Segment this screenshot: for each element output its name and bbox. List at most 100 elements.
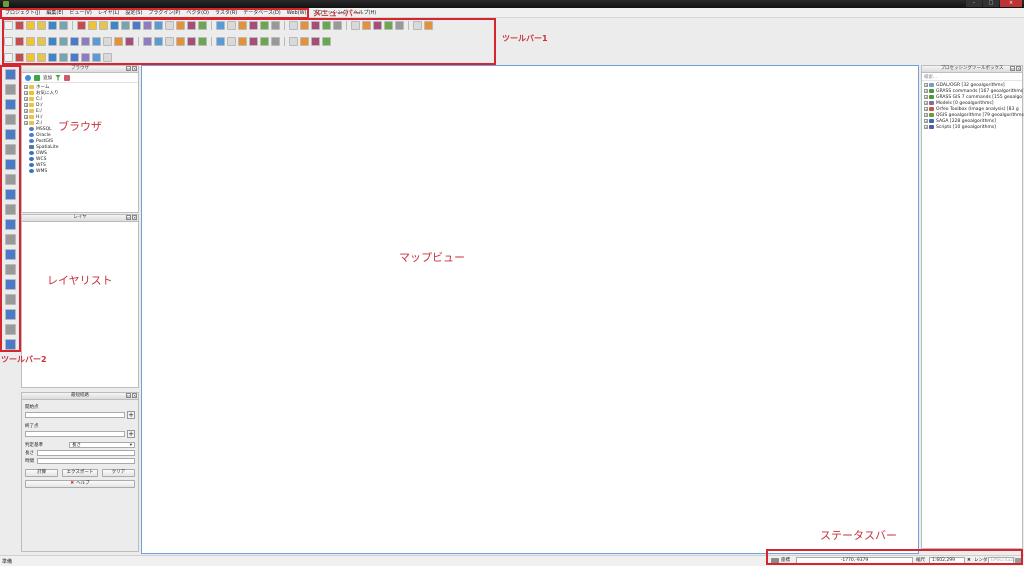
expand-icon[interactable]: + [24, 91, 28, 95]
close-icon[interactable]: × [132, 66, 137, 71]
processing-tree: + GDAL/OGR [32 geoalgorithms] + GRASS comma… [922, 81, 1024, 131]
processing-provider-label: QGIS geoalgorithms [79 geoalgorithms] [936, 112, 1024, 118]
criterion-label: 判定基準 [25, 443, 43, 448]
layers-panel-title: レイヤ ▫ × [22, 215, 138, 222]
processing-provider-item[interactable]: + Orfeo Toolbox (Image analysis) [83 g [924, 106, 1020, 112]
expand-icon[interactable]: + [924, 95, 928, 99]
pick-start-button[interactable]: + [127, 411, 135, 419]
star-icon [29, 91, 34, 95]
float-icon[interactable]: ▫ [126, 393, 131, 398]
length-output [37, 450, 135, 456]
chevron-down-icon: ▾ [129, 442, 132, 448]
shortest-path-title-text: 最短経路 [71, 393, 89, 398]
expand-icon[interactable]: + [24, 97, 28, 101]
maximize-button[interactable]: □ [983, 0, 999, 7]
time-label: 時間 [25, 459, 34, 464]
criterion-value: 長さ [72, 443, 81, 448]
grass-icon [929, 89, 934, 93]
help-button[interactable]: ✖ ヘルプ [25, 480, 135, 488]
processing-provider-label: GDAL/OGR [32 geoalgorithms] [936, 82, 1005, 88]
processing-provider-item[interactable]: + GRASS commands [167 geoalgorithms] [924, 88, 1024, 94]
folder-icon [29, 85, 34, 89]
browser-item-label: PostGIS [36, 138, 54, 144]
folder-icon [29, 103, 34, 107]
map-canvas[interactable] [141, 65, 919, 554]
expand-icon[interactable]: + [24, 109, 28, 113]
collapse-all-icon[interactable] [64, 74, 70, 81]
end-point-input[interactable] [25, 431, 125, 437]
processing-provider-label: SAGA [228 geoalgorithms] [936, 118, 996, 124]
filter-icon[interactable] [55, 74, 61, 81]
end-point-label: 終了点 [25, 424, 39, 429]
browser-item-label: お気に入り [36, 91, 59, 96]
processing-search-input[interactable]: 検索... [922, 73, 1022, 81]
expand-icon[interactable]: + [924, 107, 928, 111]
expand-icon[interactable]: + [924, 101, 928, 105]
start-point-input[interactable] [25, 412, 125, 418]
browser-item-label: H:/ [36, 114, 43, 120]
browser-item-label: E:/ [36, 108, 42, 114]
expand-icon[interactable]: + [24, 85, 28, 89]
browser-item-label: Z:/ [36, 120, 43, 126]
folder-icon [29, 109, 34, 113]
qgis-logo-icon [3, 1, 9, 7]
processing-provider-item[interactable]: + GRASS GIS 7 commands [155 geoalgo [924, 94, 1023, 100]
browser-item-label: C:/ [36, 96, 43, 102]
calculate-button[interactable]: 計算 [25, 469, 59, 477]
toolbar2-highlight [0, 65, 21, 352]
globe-icon [29, 151, 34, 155]
processing-provider-label: Orfeo Toolbox (Image analysis) [83 g [936, 106, 1019, 112]
browser-item-label: WMS [36, 168, 48, 174]
expand-icon[interactable]: + [924, 89, 928, 93]
browser-item-label: D:/ [36, 102, 43, 108]
expand-icon[interactable]: + [924, 119, 928, 123]
expand-icon[interactable]: + [924, 125, 928, 129]
add-label[interactable]: 追加 [43, 75, 52, 81]
expand-icon[interactable]: + [24, 115, 28, 119]
browser-item[interactable]: WMS [24, 168, 136, 174]
grass-icon [929, 95, 934, 99]
close-icon[interactable]: × [132, 215, 137, 220]
minimize-button[interactable]: – [966, 0, 982, 7]
clear-button[interactable]: クリア [101, 469, 135, 477]
refresh-icon[interactable] [25, 74, 31, 81]
close-icon[interactable]: × [132, 393, 137, 398]
export-button[interactable]: エクスポート [62, 469, 98, 477]
expand-icon[interactable]: + [924, 83, 928, 87]
expand-icon[interactable]: + [24, 103, 28, 107]
feather-icon [29, 145, 34, 149]
browser-toolbar: 追加 [22, 73, 138, 83]
database-icon [29, 133, 34, 137]
expand-icon[interactable]: + [924, 113, 928, 117]
expand-icon[interactable]: + [24, 121, 28, 125]
annotation-menubar: メニューバー [313, 9, 361, 18]
browser-item-label: MSSQL [36, 126, 52, 132]
pick-end-button[interactable]: + [127, 430, 135, 438]
processing-toolbox-panel: プロセッシングツールボックス ▫ × 検索... + GDAL/OGR [32 ge… [921, 65, 1024, 549]
processing-provider-item[interactable]: + Scripts [10 geoalgorithms] [924, 124, 1020, 130]
browser-item-label: Oracle [36, 132, 51, 138]
folder-icon [29, 115, 34, 119]
close-button[interactable]: × [1000, 0, 1022, 7]
annotation-mapview: マップビュー [399, 251, 465, 264]
shortest-path-panel: 最短経路 ▫ × 開始点 + 終了点 + 判定基準 長さ ▾ 長さ 時間 計算 エ… [21, 392, 139, 552]
browser-panel-title: ブラウザ ▫ × [22, 66, 138, 73]
processing-provider-label: GRASS commands [167 geoalgorithms] [936, 88, 1024, 94]
close-icon[interactable]: × [1016, 66, 1021, 71]
float-icon[interactable]: ▫ [126, 66, 131, 71]
float-icon[interactable]: ▫ [126, 215, 131, 220]
models-icon [929, 101, 934, 105]
add-icon[interactable] [34, 74, 40, 81]
status-message: 準備 [2, 559, 13, 565]
float-icon[interactable]: ▫ [1010, 66, 1015, 71]
gdal-icon [929, 83, 934, 87]
browser-panel-title-text: ブラウザ [71, 66, 89, 71]
criterion-select[interactable]: 長さ ▾ [69, 442, 135, 448]
start-point-label: 開始点 [25, 405, 39, 410]
processing-provider-label: GRASS GIS 7 commands [155 geoalgo [936, 94, 1023, 100]
time-output [37, 458, 135, 464]
statusbar-highlight [766, 549, 1023, 565]
processing-provider-item[interactable]: + QGIS geoalgorithms [79 geoalgorithms] [924, 112, 1024, 118]
globe-icon [29, 163, 34, 167]
layers-panel-title-text: レイヤ [73, 215, 87, 220]
